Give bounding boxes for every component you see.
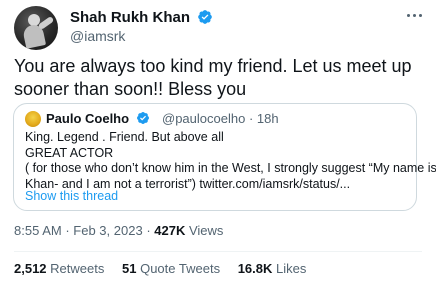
quoted-author-name-text[interactable]: Paulo Coelho: [46, 111, 129, 126]
retweets-count[interactable]: 2,512: [14, 261, 47, 276]
quoted-author-handle-time[interactable]: @paulocoelho · 18h: [162, 111, 279, 127]
quoted-text-line: ( for those who don’t know him in the We…: [25, 161, 436, 175]
quotes-count[interactable]: 51: [122, 261, 136, 276]
tweet-text: You are always too kind my friend. Let u…: [14, 55, 424, 101]
meta-separator: ·: [146, 223, 151, 238]
views-count: 427K: [154, 223, 186, 238]
tweet-text-line: sooner than soon!! Bless you: [14, 79, 247, 99]
views-label: Views: [188, 223, 224, 238]
author-name[interactable]: Shah Rukh Khan: [70, 9, 213, 27]
quoted-author-avatar[interactable]: [25, 111, 41, 127]
quoted-author-handle[interactable]: @paulocoelho: [162, 111, 245, 126]
tweet-text-line: You are always too kind my friend. Let u…: [14, 56, 412, 76]
verified-badge-icon: [198, 10, 213, 24]
likes-label[interactable]: Likes: [276, 261, 306, 276]
author-handle[interactable]: @iamsrk: [70, 27, 125, 45]
tweet-date[interactable]: Feb 3, 2023: [73, 223, 142, 238]
quoted-author-name[interactable]: Paulo Coelho: [46, 111, 150, 127]
retweets-label[interactable]: Retweets: [50, 261, 104, 276]
retweets-stat[interactable]: 2,512 Retweets: [14, 261, 104, 276]
likes-count[interactable]: 16.8K: [238, 261, 273, 276]
tweet-time[interactable]: 8:55 AM: [14, 223, 62, 238]
quotes-label[interactable]: Quote Tweets: [140, 261, 220, 276]
divider: [14, 251, 422, 252]
more-options-icon[interactable]: [404, 6, 426, 24]
quoted-time[interactable]: 18h: [257, 111, 279, 126]
verified-badge-icon: [136, 112, 149, 124]
tweet-meta: 8:55 AM · Feb 3, 2023 · 427K Views: [14, 223, 223, 239]
show-thread-link[interactable]: Show this thread: [25, 188, 118, 204]
quoted-tweet-text: King. Legend . Friend. But above all GRE…: [25, 130, 436, 192]
quoted-text-line: GREAT ACTOR: [25, 145, 114, 160]
meta-separator: ·: [65, 223, 70, 238]
likes-stat[interactable]: 16.8K Likes: [238, 261, 307, 276]
tweet-stats: 2,512 Retweets 51 Quote Tweets 16.8K Lik…: [14, 261, 320, 277]
author-avatar[interactable]: [14, 6, 58, 50]
author-name-text[interactable]: Shah Rukh Khan: [70, 9, 190, 26]
quotes-stat[interactable]: 51 Quote Tweets: [122, 261, 220, 276]
quoted-text-line: King. Legend . Friend. But above all: [25, 130, 224, 144]
quoted-separator: ·: [248, 111, 254, 126]
